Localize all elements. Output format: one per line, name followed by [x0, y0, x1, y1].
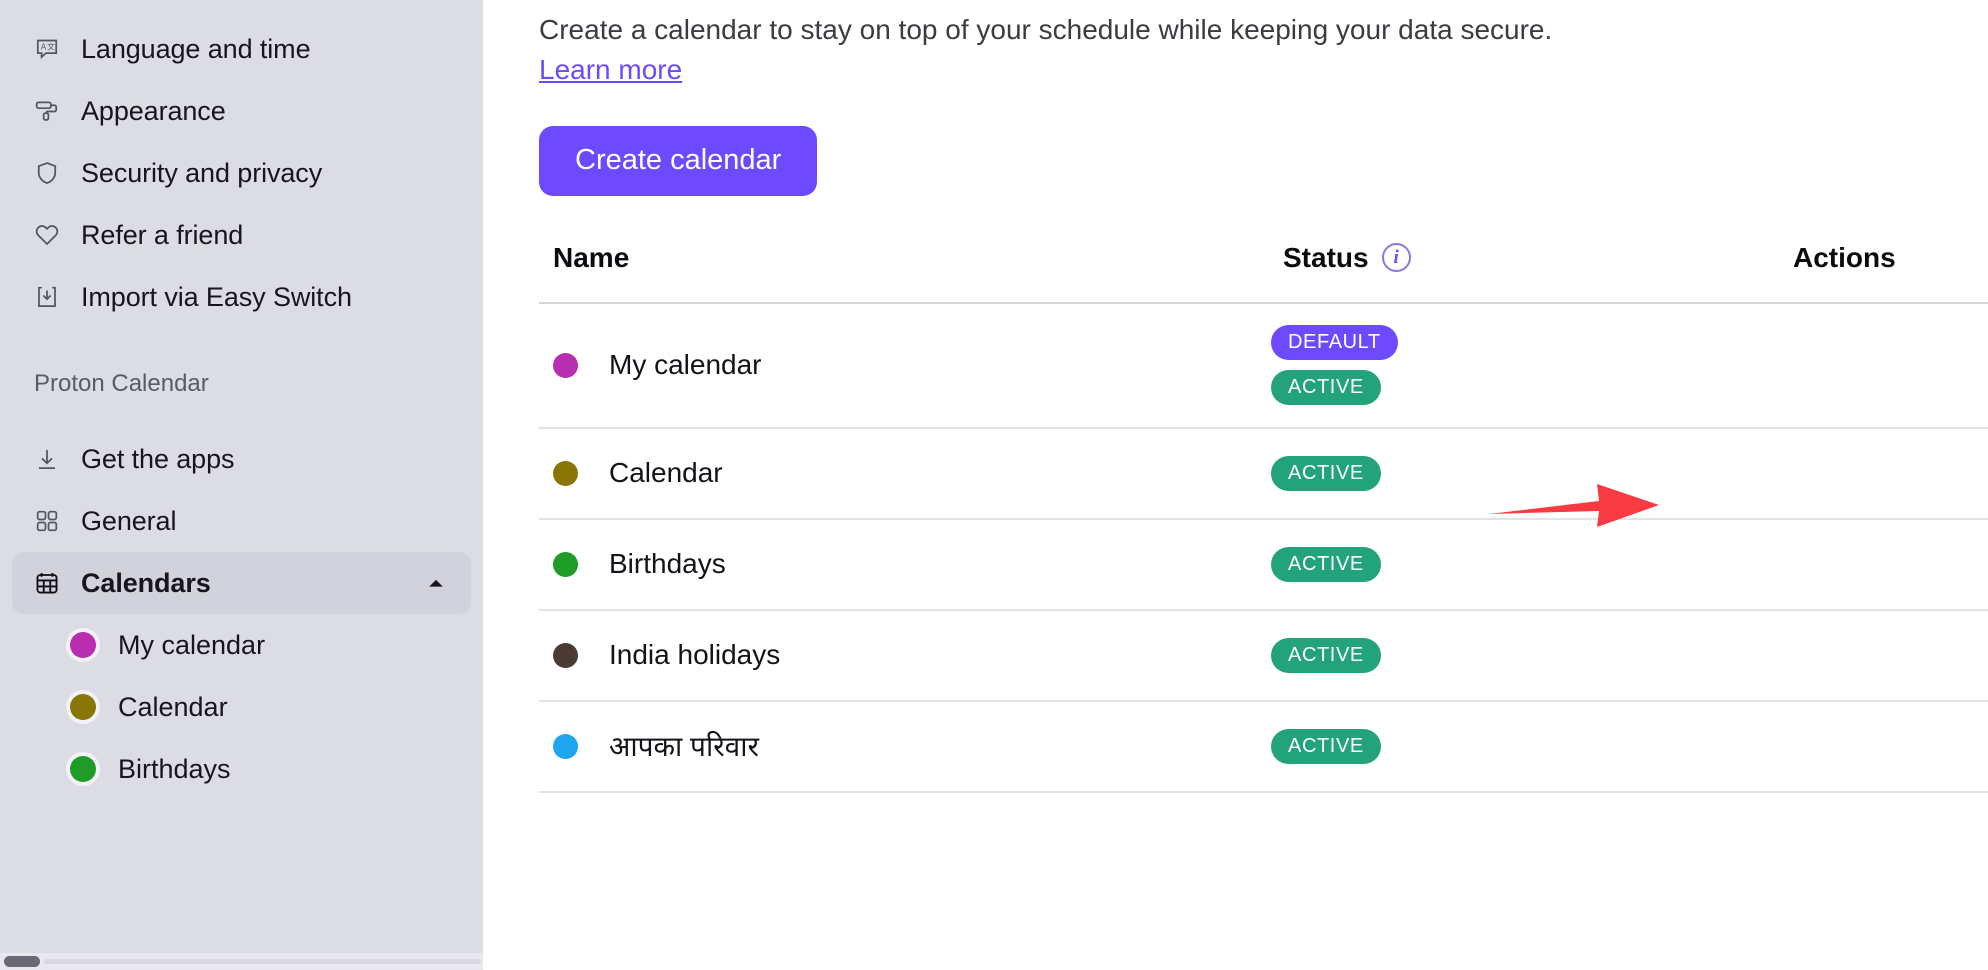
- table-header: Name Status i Actions: [539, 241, 1988, 304]
- sidebar-item-label: Security and privacy: [81, 157, 323, 188]
- status-badge-active: ACTIVE: [1271, 455, 1381, 491]
- calendar-color-dot: [553, 642, 578, 668]
- row-name-cell: My calendar: [539, 302, 1269, 429]
- sidebar-item-label: Appearance: [81, 95, 226, 126]
- row-status-cell: ACTIVE: [1269, 427, 1779, 520]
- table-row: Birthdays ACTIVE Set as default: [539, 518, 1988, 611]
- calendar-name: India holidays: [609, 639, 781, 671]
- column-header-actions: Actions: [1779, 241, 1988, 304]
- sidebar-item-label: Calendars: [81, 567, 211, 598]
- grid-icon: [34, 508, 60, 534]
- sidebar-item-get-the-apps[interactable]: Get the apps: [12, 428, 471, 490]
- table-row: India holidays ACTIVE Set as default: [539, 609, 1988, 702]
- column-header-status-label: Status: [1283, 241, 1369, 273]
- row-actions-cell: Set as default: [1779, 427, 1988, 520]
- sidebar-item-label: Refer a friend: [81, 219, 244, 250]
- table-row: Calendar ACTIVE Set as default: [539, 427, 1988, 520]
- row-name-cell: Calendar: [539, 427, 1269, 520]
- sidebar-item-general[interactable]: General: [12, 490, 471, 552]
- calendar-color-dot: [70, 632, 96, 658]
- calendar-color-dot: [70, 756, 96, 782]
- sidebar: A 文 Language and time Appearance Securit…: [0, 0, 483, 970]
- sidebar-calendar-calendar[interactable]: Calendar: [12, 676, 471, 738]
- row-status-cell: ACTIVE: [1269, 700, 1779, 793]
- row-status-cell: ACTIVE: [1269, 518, 1779, 611]
- row-status-cell: ACTIVE: [1269, 609, 1779, 702]
- calendar-color-dot: [553, 733, 578, 759]
- sidebar-scroll-area: A 文 Language and time Appearance Securit…: [0, 0, 483, 953]
- heart-icon: [34, 222, 60, 248]
- calendar-color-dot: [70, 694, 96, 720]
- sidebar-calendar-my-calendar[interactable]: My calendar: [12, 614, 471, 676]
- sidebar-calendar-label: My calendar: [118, 629, 266, 660]
- create-calendar-button[interactable]: Create calendar: [539, 125, 818, 196]
- row-name-cell: आपका परिवार: [539, 700, 1269, 793]
- info-icon[interactable]: i: [1381, 243, 1411, 273]
- download-icon: [34, 446, 60, 472]
- sidebar-item-label: General: [81, 505, 177, 536]
- sidebar-item-import-via-easy-switch[interactable]: Import via Easy Switch: [12, 266, 471, 328]
- row-name-cell: Birthdays: [539, 518, 1269, 611]
- sidebar-item-label: Import via Easy Switch: [81, 281, 352, 312]
- sidebar-item-security-and-privacy[interactable]: Security and privacy: [12, 142, 471, 204]
- sidebar-item-refer-a-friend[interactable]: Refer a friend: [12, 204, 471, 266]
- sidebar-item-language-and-time[interactable]: A 文 Language and time: [12, 18, 471, 80]
- sidebar-item-calendars[interactable]: Calendars: [12, 552, 471, 614]
- svg-text:文: 文: [47, 42, 55, 52]
- status-badge-active: ACTIVE: [1271, 637, 1381, 673]
- language-icon: A 文: [34, 36, 60, 62]
- calendar-name: आपका परिवार: [609, 731, 759, 763]
- sidebar-calendar-birthdays[interactable]: Birthdays: [12, 738, 471, 800]
- calendar-color-dot: [553, 352, 578, 378]
- row-status-cell: DEFAULT ACTIVE: [1269, 302, 1779, 429]
- learn-more-link[interactable]: Learn more: [539, 54, 682, 86]
- paint-roller-icon: [34, 98, 60, 124]
- table-row: My calendar DEFAULT ACTIVE: [539, 302, 1988, 429]
- status-badge-active: ACTIVE: [1271, 546, 1381, 582]
- import-icon: [34, 284, 60, 310]
- table-row: आपका परिवार ACTIVE Set as default: [539, 700, 1988, 793]
- calendar-icon: [34, 570, 60, 596]
- scrollbar-track[interactable]: [44, 959, 481, 964]
- calendar-name: Birthdays: [609, 548, 726, 580]
- status-badge-active: ACTIVE: [1271, 728, 1381, 764]
- row-name-cell: India holidays: [539, 609, 1269, 702]
- calendar-color-dot: [553, 551, 578, 577]
- page-description: Create a calendar to stay on top of your…: [539, 14, 1553, 45]
- row-actions-cell: Set as default: [1779, 609, 1988, 702]
- status-badge-default: DEFAULT: [1271, 325, 1398, 361]
- row-actions-cell: Set as default: [1779, 518, 1988, 611]
- shield-icon: [34, 160, 60, 186]
- sidebar-item-label: Get the apps: [81, 443, 235, 474]
- sidebar-calendar-label: Birthdays: [118, 753, 231, 784]
- scrollbar-thumb[interactable]: [4, 956, 40, 967]
- row-actions-cell: Set as default: [1779, 700, 1988, 793]
- sidebar-item-appearance[interactable]: Appearance: [12, 80, 471, 142]
- calendar-name: Calendar: [609, 457, 723, 489]
- calendar-name: My calendar: [609, 349, 762, 381]
- status-badge-active: ACTIVE: [1271, 370, 1381, 406]
- sidebar-item-label: Language and time: [81, 33, 311, 64]
- main-content: Create a calendar to stay on top of your…: [483, 0, 1988, 970]
- settings-page: A 文 Language and time Appearance Securit…: [0, 0, 1988, 970]
- sidebar-calendar-label: Calendar: [118, 691, 228, 722]
- calendar-color-dot: [553, 460, 578, 486]
- sidebar-section-label: Proton Calendar: [34, 370, 209, 397]
- chevron-up-icon[interactable]: [425, 572, 447, 594]
- row-actions-cell: [1779, 302, 1988, 429]
- sidebar-horizontal-scrollbar[interactable]: [0, 953, 483, 970]
- column-header-name: Name: [539, 241, 1269, 304]
- column-header-status: Status i: [1269, 241, 1779, 304]
- table-body: My calendar DEFAULT ACTIVE Calendar ACTI…: [539, 302, 1988, 793]
- calendars-table: Name Status i Actions My calendar DEFAUL…: [539, 241, 1988, 793]
